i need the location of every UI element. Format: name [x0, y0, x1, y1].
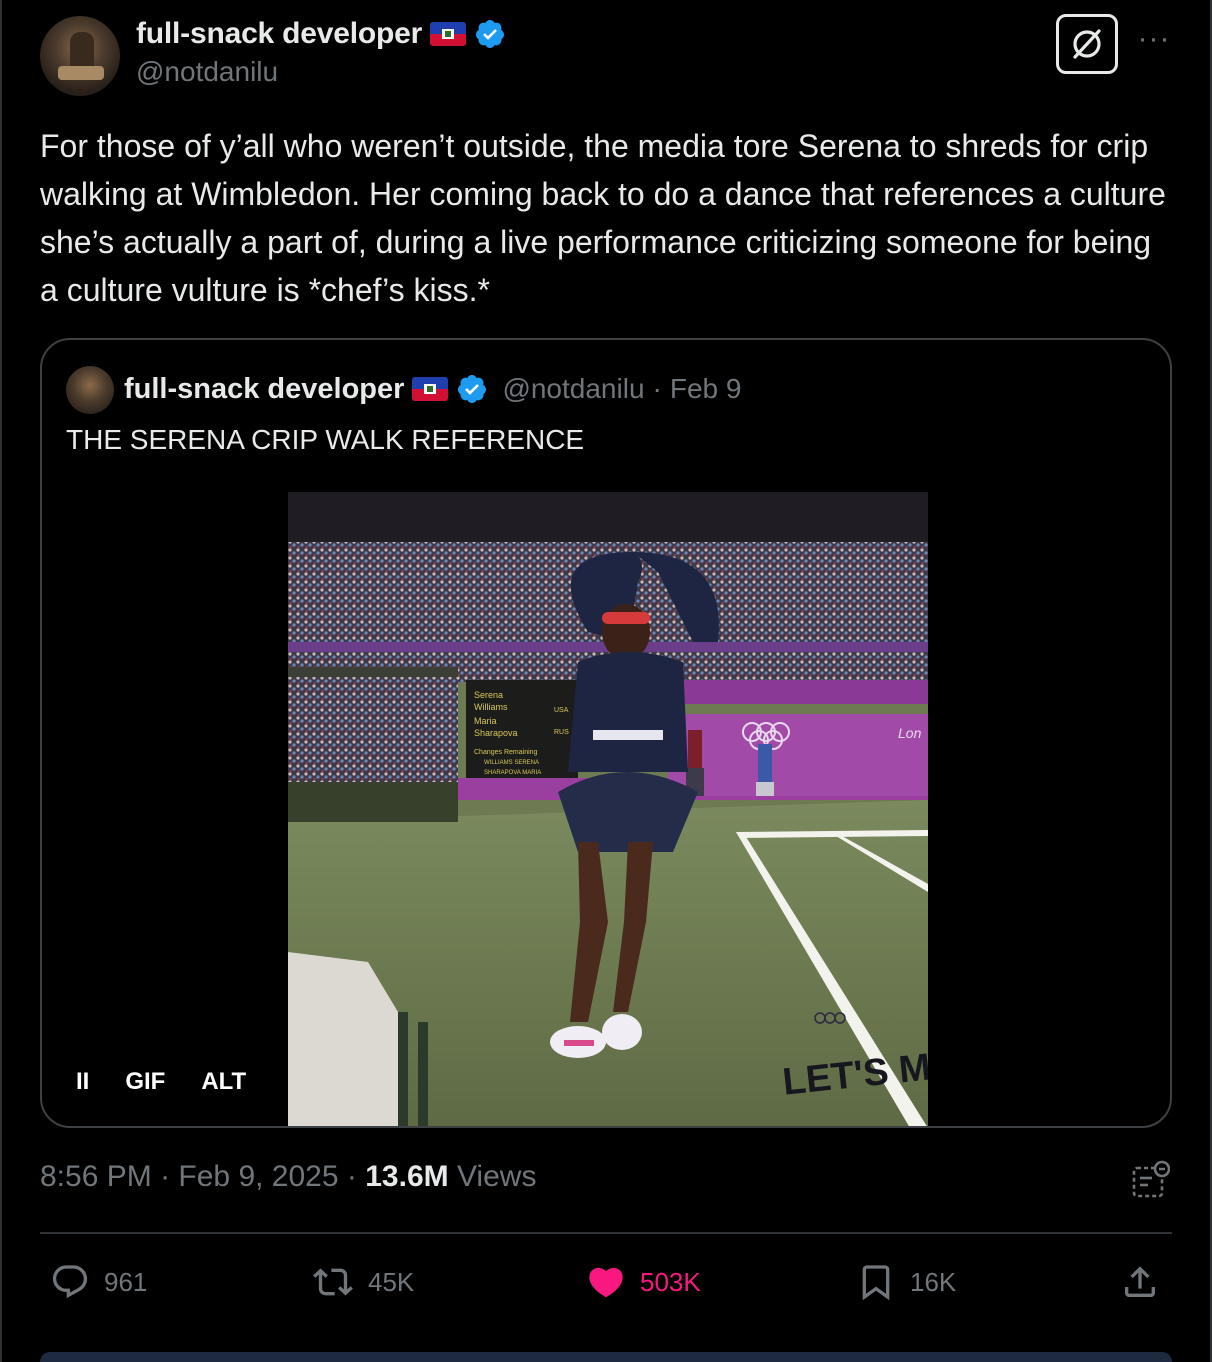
views-count: 13.6M	[365, 1160, 449, 1193]
reply-count: 961	[104, 1266, 148, 1297]
more-icon[interactable]: ···	[1134, 24, 1174, 64]
share-icon	[1125, 1266, 1155, 1297]
haiti-flag-icon	[412, 377, 449, 401]
heart-icon	[589, 1267, 623, 1298]
quote-separator: ·	[652, 373, 662, 404]
quote-date[interactable]: Feb 9	[670, 373, 742, 405]
alt-badge[interactable]: ALT	[201, 1068, 246, 1096]
scoreboard-line: Changes Remaining	[474, 749, 538, 756]
bookmark-count: 16K	[910, 1266, 957, 1297]
quote-tweet-card[interactable]: full-snack developer @notdanilu · Feb 9 …	[40, 338, 1172, 1128]
gif-controls: II GIF ALT	[76, 1064, 246, 1100]
scoreboard-line: Serena	[474, 690, 503, 700]
repost-icon	[313, 1268, 353, 1296]
gif-badge[interactable]: GIF	[125, 1068, 165, 1096]
board-text: Lon	[898, 725, 922, 741]
bottom-reply-bar	[40, 1352, 1172, 1362]
verified-badge-icon[interactable]	[456, 373, 488, 405]
gif-frame-illustration: Serena Williams Maria Sharapova USA RUS …	[288, 492, 928, 1126]
tweet-date[interactable]: Feb 9, 2025	[178, 1160, 338, 1193]
author-avatar[interactable]	[40, 16, 120, 96]
haiti-flag-icon	[430, 22, 467, 46]
meta-separator: ·	[346, 1160, 357, 1193]
tweet-time[interactable]: 8:56 PM	[40, 1160, 152, 1193]
quote-gif-media[interactable]: Serena Williams Maria Sharapova USA RUS …	[288, 492, 928, 1126]
quote-text: THE SERENA CRIP WALK REFERENCE	[66, 424, 585, 455]
author-name-row: full-snack developer	[136, 14, 506, 54]
scoreboard-line: Maria	[474, 716, 497, 726]
reply-button[interactable]: 961	[50, 1258, 147, 1306]
action-bar: 961 45K 503K 16K	[40, 1258, 1172, 1306]
verified-badge-icon[interactable]	[474, 18, 506, 50]
scoreboard-line: WILLIAMS SERENA	[484, 760, 539, 766]
scoreboard-line: Sharapova	[474, 728, 518, 738]
grok-icon	[1073, 29, 1101, 59]
reply-icon	[52, 1265, 88, 1299]
analytics-icon[interactable]	[1130, 1160, 1170, 1200]
scoreboard-line: USA	[554, 707, 569, 714]
repost-button[interactable]: 45K	[312, 1258, 414, 1306]
pause-button[interactable]: II	[76, 1068, 89, 1096]
repost-count: 45K	[368, 1266, 415, 1297]
scoreboard-line: Williams	[474, 702, 508, 712]
grok-button[interactable]	[1056, 14, 1118, 74]
meta-separator: ·	[160, 1160, 171, 1193]
bookmark-button[interactable]: 16K	[856, 1258, 956, 1306]
author-display-name[interactable]: full-snack developer	[136, 17, 422, 51]
author-handle[interactable]: @notdanilu	[136, 56, 278, 88]
divider	[40, 1232, 1172, 1234]
tweet-meta: 8:56 PM · Feb 9, 2025 · 13.6M Views	[40, 1160, 536, 1194]
bookmark-icon	[862, 1265, 890, 1301]
share-button[interactable]	[1120, 1258, 1160, 1306]
quote-author-display-name[interactable]: full-snack developer	[124, 373, 404, 406]
quote-author-avatar[interactable]	[66, 366, 114, 414]
tweet-text: For those of y’all who weren’t outside, …	[40, 128, 1166, 308]
views-label: Views	[456, 1160, 537, 1193]
like-button[interactable]: 503K	[586, 1258, 701, 1306]
like-count: 503K	[640, 1266, 701, 1297]
quote-author-handle[interactable]: @notdanilu	[502, 373, 644, 405]
scoreboard-line: SHARAPOVA MARIA	[484, 770, 541, 776]
tweet-detail: full-snack developer @notdanilu ··· For …	[0, 0, 1212, 1362]
quote-author-row: full-snack developer @notdanilu · Feb 9	[124, 368, 741, 410]
scoreboard-line: RUS	[554, 729, 569, 736]
